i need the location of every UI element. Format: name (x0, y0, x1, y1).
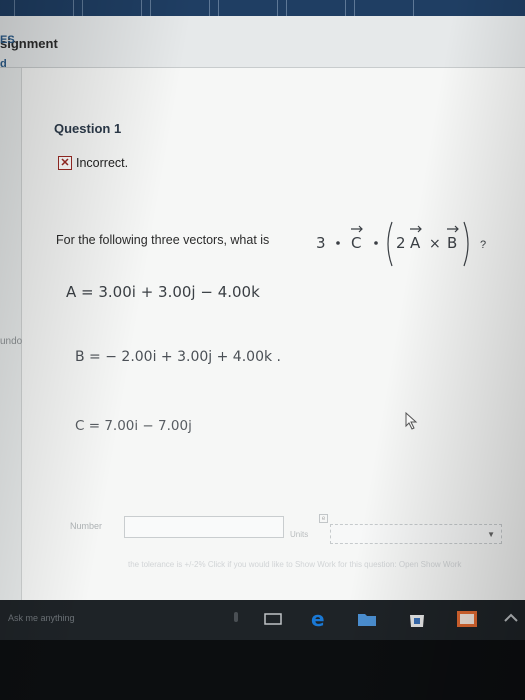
nav-tab[interactable] (82, 0, 142, 16)
nav-tab[interactable] (286, 0, 346, 16)
units-select[interactable]: ▼ (330, 524, 502, 544)
number-input[interactable] (124, 516, 284, 538)
vector-arrow-icon (351, 225, 363, 233)
vector-a-equation: A = 3.00i + 3.00j − 4.00k (66, 283, 260, 301)
office-app-icon[interactable] (455, 608, 479, 630)
folder-icon[interactable] (356, 608, 378, 630)
dot-operator (374, 241, 378, 245)
vector-a-symbol: A (410, 234, 421, 252)
scalar-two: 2 (396, 234, 406, 252)
monitor-bezel (0, 640, 525, 700)
cross-operator: × (429, 236, 441, 252)
microphone-icon[interactable] (230, 608, 242, 630)
question-prompt: For the following three vectors, what is (56, 233, 270, 247)
question-title: Question 1 (54, 121, 122, 136)
status-text: Incorrect. (76, 156, 129, 170)
scalar-three: 3 (316, 234, 326, 252)
edge-browser-icon[interactable]: e (308, 608, 330, 630)
status-row: ✕ Incorrect. (58, 156, 128, 170)
nav-tab[interactable] (354, 0, 414, 16)
question-mark: ? (480, 239, 486, 251)
svg-text:e: e (311, 608, 325, 630)
vector-arrow-icon (447, 225, 459, 233)
dot-operator (336, 241, 340, 245)
sidebar-undo[interactable]: undo (0, 336, 22, 347)
nav-tab[interactable] (14, 0, 74, 16)
left-paren (387, 221, 393, 267)
taskbar-overflow-icon[interactable] (502, 608, 520, 630)
tolerance-note: the tolerance is +/-2% Click if you woul… (128, 560, 462, 569)
sidebar-label-d[interactable]: d (0, 58, 7, 70)
task-view-icon[interactable] (262, 608, 284, 630)
store-icon[interactable] (406, 608, 428, 630)
vector-c-symbol: C (351, 234, 361, 252)
sidebar-label-es[interactable]: ES (0, 34, 15, 46)
vector-arrow-icon (410, 225, 422, 233)
vector-c-equation: C = 7.00i − 7.00j (75, 418, 192, 434)
units-info-icon[interactable]: e (319, 514, 328, 523)
taskbar-search[interactable]: Ask me anything (8, 613, 75, 623)
vector-b-equation: B = − 2.00i + 3.00j + 4.00k . (75, 349, 281, 365)
mouse-cursor-icon (405, 412, 418, 430)
top-navigation-bar (0, 0, 525, 16)
vector-expression: 3 C 2 A × B ? (316, 221, 486, 267)
assignment-header: signment (0, 16, 525, 68)
nav-tab[interactable] (218, 0, 278, 16)
vector-b-symbol: B (447, 234, 457, 252)
nav-tab[interactable] (150, 0, 210, 16)
right-paren (463, 221, 469, 267)
number-label: Number (70, 521, 103, 531)
units-label: Units (290, 530, 309, 539)
chevron-down-icon: ▼ (487, 530, 495, 539)
incorrect-icon: ✕ (58, 156, 72, 170)
